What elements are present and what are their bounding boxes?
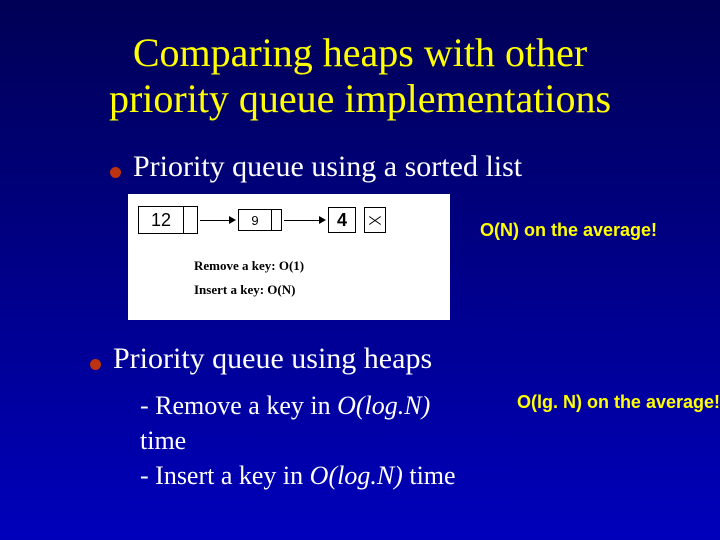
list-node: 4 <box>328 207 356 233</box>
heap-insert-line: - Insert a key in O(log.N) time <box>140 458 483 493</box>
list-node: 12 <box>138 206 184 234</box>
bullet-icon <box>110 167 121 178</box>
heap-insert-suffix: time <box>403 461 456 490</box>
insert-complexity: Insert a key: O(N) <box>194 282 440 298</box>
bullet-heaps: Priority queue using heaps <box>90 342 720 376</box>
heaps-section: - Remove a key in O(log.N) time - Insert… <box>140 388 720 493</box>
linked-list-row: 12 9 4 <box>138 204 440 236</box>
heap-insert-prefix: - Insert a key in <box>140 461 310 490</box>
list-node-ptr <box>272 209 282 231</box>
heap-complexity-lines: - Remove a key in O(log.N) time - Insert… <box>140 388 483 493</box>
bullet-sorted-list: Priority queue using a sorted list <box>110 150 720 184</box>
bullet-text-2: Priority queue using heaps <box>113 342 432 376</box>
sorted-list-section: 12 9 4 Remove a key: O(1) Insert a key: … <box>128 194 720 320</box>
heap-remove-suffix: time <box>140 426 186 455</box>
list-node: 9 <box>238 209 272 231</box>
sidenote-heaps: O(lg. N) on the average! <box>517 392 720 413</box>
arrow-icon <box>198 206 238 234</box>
sorted-list-diagram: 12 9 4 Remove a key: O(1) Insert a key: … <box>128 194 450 320</box>
title-line-2: priority queue implementations <box>109 76 611 121</box>
arrow-icon <box>282 206 328 234</box>
heap-remove-bigO: O(log.N) <box>337 391 430 420</box>
sorted-list-complexity: Remove a key: O(1) Insert a key: O(N) <box>138 258 440 298</box>
title-line-1: Comparing heaps with other <box>133 30 587 75</box>
heap-insert-bigO: O(log.N) <box>310 461 403 490</box>
bullet-text-1: Priority queue using a sorted list <box>133 150 522 184</box>
sidenote-sorted-list: O(N) on the average! <box>480 220 657 241</box>
bullet-icon <box>90 359 101 370</box>
heap-remove-line: - Remove a key in O(log.N) time <box>140 388 483 458</box>
remove-complexity: Remove a key: O(1) <box>194 258 440 274</box>
slide-title: Comparing heaps with other priority queu… <box>0 0 720 132</box>
null-terminator-icon <box>364 207 386 233</box>
heap-remove-prefix: - Remove a key in <box>140 391 337 420</box>
list-node-ptr <box>184 206 198 234</box>
